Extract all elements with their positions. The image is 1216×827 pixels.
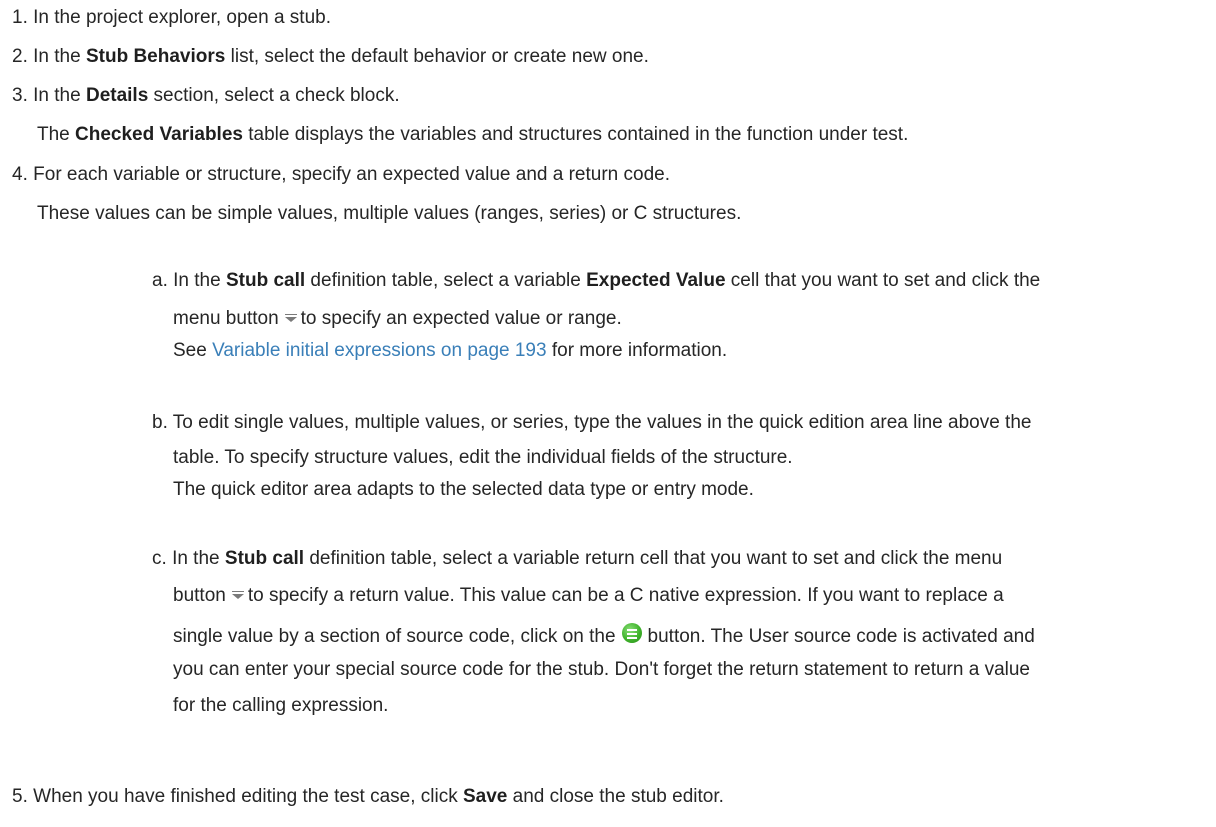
text: In the (173, 270, 226, 291)
expected-value-term: Expected Value (586, 270, 726, 291)
text: The quick editor area adapts to the sele… (173, 479, 754, 500)
text: to specify a return value. This value ca… (247, 585, 1004, 606)
note-pre: The (37, 124, 76, 145)
text: button (173, 585, 226, 606)
green-stack-icon (621, 623, 642, 643)
text: To edit single values, multiple values, … (172, 412, 1032, 433)
step-1: 1. In the project explorer, open a stub. (12, 7, 331, 29)
text: to specify an expected value or range. (300, 308, 622, 329)
step-number: 1. (12, 7, 28, 28)
substep-c-line-2: button to specify a return value. This va… (173, 585, 1004, 607)
substep-label: a. (152, 270, 168, 291)
step-text-post: section, select a check block. (148, 85, 400, 106)
step-text: In the project explorer, open a stub. (33, 7, 331, 28)
substep-label: b. (152, 412, 168, 433)
text: for more information. (546, 340, 728, 361)
text: button. The User source code is activate… (647, 626, 1035, 647)
text: for the calling expression. (173, 695, 389, 716)
variable-initial-expressions-link[interactable]: Variable initial expressions on page 193 (212, 340, 546, 361)
step-text-pre: When you have finished editing the test … (33, 786, 463, 807)
menu-dropdown-icon (231, 591, 244, 599)
step-number: 2. (12, 46, 28, 67)
step-number: 3. (12, 85, 28, 106)
substep-c-line-4: you can enter your special source code f… (173, 659, 1030, 681)
step-text-post: list, select the default behavior or cre… (225, 46, 649, 67)
save-term: Save (463, 786, 508, 807)
step-text-pre: In the (33, 85, 86, 106)
substep-a-line-3: See Variable initial expressions on page… (173, 340, 727, 362)
step-4: 4. For each variable or structure, speci… (12, 164, 670, 186)
text: definition table, select a variable retu… (304, 548, 1003, 569)
stub-call-term: Stub call (224, 548, 305, 569)
step-text-pre: In the (33, 46, 86, 67)
note-post: table displays the variables and structu… (242, 124, 909, 145)
substep-c-line-5: for the calling expression. (173, 695, 388, 717)
text: single value by a section of source code… (173, 626, 616, 647)
substep-label: c. (152, 548, 167, 569)
step-3: 3. In the Details section, select a chec… (12, 85, 400, 107)
stub-call-term: Stub call (225, 270, 306, 291)
text: In the (172, 548, 225, 569)
step-4-note: These values can be simple values, multi… (37, 203, 741, 225)
text: table. To specify structure values, edit… (173, 447, 793, 468)
text: menu button (173, 308, 279, 329)
step-number: 5. (12, 786, 28, 807)
checked-variables-term: Checked Variables (75, 124, 243, 145)
note-text: These values can be simple values, multi… (37, 203, 742, 224)
substep-c-line-3: single value by a section of source code… (173, 622, 1035, 648)
step-text-post: and close the stub editor. (507, 786, 724, 807)
substep-b-line-3: The quick editor area adapts to the sele… (173, 479, 754, 501)
text: cell that you want to set and click the (725, 270, 1041, 291)
step-number: 4. (12, 164, 28, 185)
text: definition table, select a variable (305, 270, 587, 291)
substep-b-line-2: table. To specify structure values, edit… (173, 447, 793, 469)
substep-a-line-2: menu button to specify an expected value … (173, 308, 622, 330)
text: you can enter your special source code f… (173, 659, 1030, 680)
details-term: Details (85, 85, 149, 106)
step-text: For each variable or structure, specify … (33, 164, 670, 185)
substep-b-line-1: b. To edit single values, multiple value… (152, 412, 1031, 434)
substep-a-line-1: a. In the Stub call definition table, se… (152, 270, 1040, 292)
stub-behaviors-term: Stub Behaviors (85, 46, 226, 67)
step-2: 2. In the Stub Behaviors list, select th… (12, 46, 649, 68)
menu-dropdown-icon (284, 314, 297, 322)
substep-c-line-1: c. In the Stub call definition table, se… (152, 548, 1002, 570)
text: See (173, 340, 213, 361)
step-5: 5. When you have finished editing the te… (12, 786, 724, 808)
step-3-note: The Checked Variables table displays the… (37, 124, 908, 146)
